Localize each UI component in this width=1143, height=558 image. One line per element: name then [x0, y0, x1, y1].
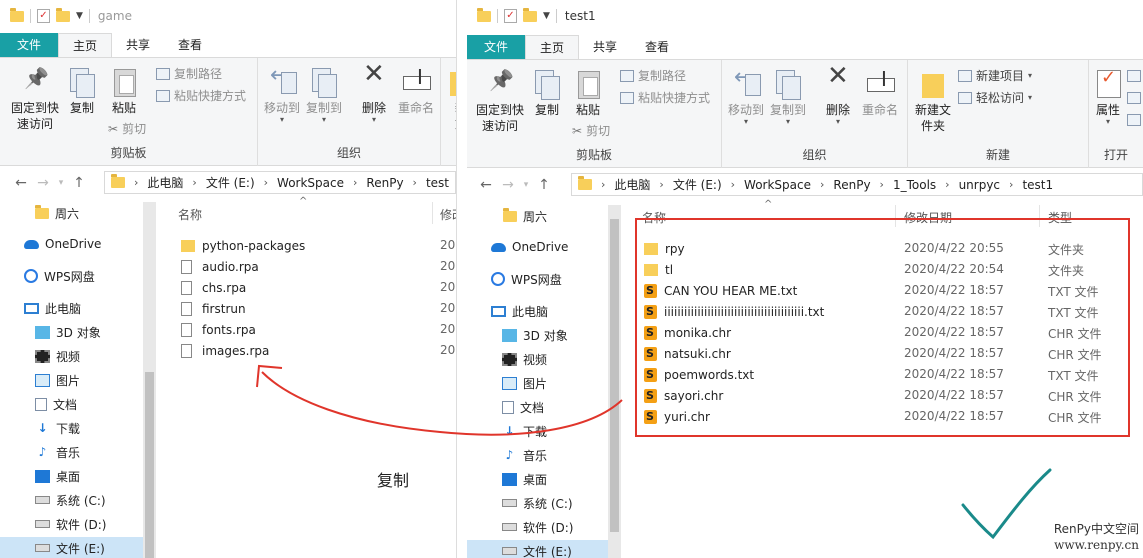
annotation-overlay [256, 364, 1052, 540]
watermark-url: www.renpy.cn [1054, 538, 1139, 552]
annotation-label: 复制 [377, 471, 410, 490]
checkmark-icon [961, 468, 1052, 540]
watermark-title: RenPy中文空间 [1053, 522, 1139, 536]
arrow-head [256, 364, 283, 388]
copy-arrow [261, 371, 623, 436]
